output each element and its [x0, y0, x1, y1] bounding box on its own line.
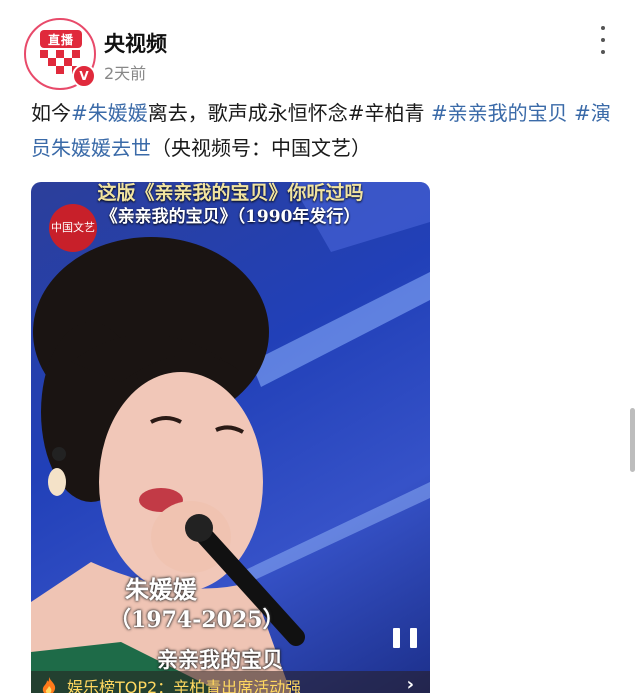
account-name[interactable]: 央视频 — [104, 28, 167, 58]
post-time: 2天前 — [104, 64, 147, 83]
song-caption: 亲亲我的宝贝 — [157, 647, 283, 672]
fire-icon — [42, 677, 56, 693]
post-text-segment: #辛柏青 — [347, 101, 425, 125]
live-tag: 直播 — [40, 30, 82, 48]
scrollbar-thumb[interactable] — [630, 408, 635, 472]
verified-badge: V — [72, 64, 96, 88]
singer-years-caption: （1974-2025） — [109, 607, 285, 633]
post-text: 如今#朱媛媛离去，歌声成永恒怀念#辛柏青 #亲亲我的宝贝 #演员朱媛媛去世（央视… — [31, 96, 616, 166]
post-text-segment: 离去，歌声成永恒怀念 — [147, 101, 348, 125]
hashtag-link[interactable]: #朱媛媛 — [71, 101, 148, 125]
hashtag-link[interactable]: #亲亲我的宝贝 — [431, 101, 568, 125]
more-vertical-icon[interactable] — [594, 26, 612, 54]
pause-icon[interactable] — [393, 628, 417, 654]
post-text-segment: （央视频号：中国文艺） — [151, 136, 371, 160]
hot-list-text: 娱乐榜TOP2：辛柏青出席活动强 — [67, 678, 302, 693]
singer-name-caption: 朱媛媛 — [125, 575, 197, 604]
channel-logo: 中国文艺 — [49, 204, 97, 252]
post-text-segment: 如今 — [31, 101, 71, 125]
hot-list-banner[interactable]: 娱乐榜TOP2：辛柏青出席活动强 › — [31, 671, 430, 693]
chevron-right-icon: › — [406, 674, 414, 693]
account-avatar[interactable]: 直播 V — [24, 18, 96, 90]
video-player[interactable]: 这版《亲亲我的宝贝》你听过吗 《亲亲我的宝贝》（1990年发行） 中国文艺 朱媛… — [31, 182, 430, 693]
